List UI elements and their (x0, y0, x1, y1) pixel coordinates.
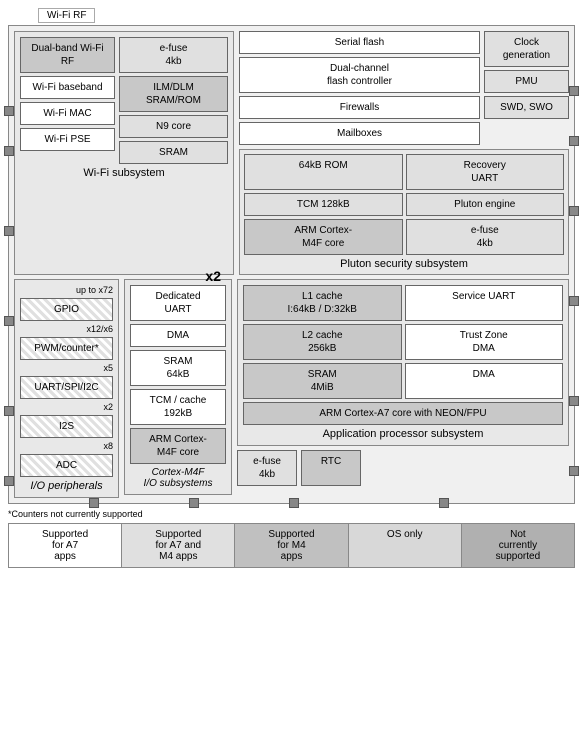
pluton-label: Pluton security subsystem (244, 255, 564, 270)
connector-bottom-1 (89, 498, 99, 508)
swd-swo-box: SWD, SWO (484, 96, 569, 119)
app-processor-subsystem: L1 cacheI:64kB / D:32kB Service UART L2 … (237, 279, 569, 446)
pmu-box: PMU (484, 70, 569, 93)
dual-band-wifi-box: Dual-band Wi-Fi RF (20, 37, 115, 73)
clock-gen-box: Clockgeneration (484, 31, 569, 67)
connector-left-4 (4, 316, 14, 326)
serial-flash-box: Serial flash (239, 31, 480, 54)
pluton-subsystem: 64kB ROM RecoveryUART TCM 128kB Pluton e… (239, 149, 569, 275)
note: *Counters not currently supported (8, 509, 575, 519)
service-uart-box: Service UART (405, 285, 564, 321)
cortex-m4f-subsystem: x2 DedicatedUART DMA SRAM64kB TCM / cach… (124, 279, 232, 495)
adc-x8-label: x8 (20, 441, 113, 451)
efuse-rtc-row: e-fuse4kb RTC (237, 450, 569, 486)
efuse-box: e-fuse4kb (119, 37, 228, 73)
connector-left-1 (4, 106, 14, 116)
uart-x5-label: x5 (20, 363, 113, 373)
connector-right-3 (569, 206, 579, 216)
wifi-subsystem-label: Wi-Fi subsystem (20, 164, 228, 179)
app-processor-label: Application processor subsystem (243, 425, 563, 440)
tcm-cache-box: TCM / cache192kB (130, 389, 226, 425)
connector-left-6 (4, 476, 14, 486)
io-inner: up to x72 GPIO x12/x6 PWM/counter* x5 UA… (20, 285, 113, 477)
app-grid: L1 cacheI:64kB / D:32kB Service UART L2 … (243, 285, 563, 399)
wifi-inner: Dual-band Wi-Fi RF Wi-Fi baseband Wi-Fi … (20, 37, 228, 164)
cortex-inner: DedicatedUART DMA SRAM64kB TCM / cache19… (130, 285, 226, 464)
connector-right-6 (569, 466, 579, 476)
pluton-engine-box: Pluton engine (406, 193, 565, 216)
sram-4mib-box: SRAM4MiB (243, 363, 402, 399)
i2s-x2-label: x2 (20, 402, 113, 412)
wifi-mac-box: Wi-Fi MAC (20, 102, 115, 125)
adc-box: ADC (20, 454, 113, 477)
top-right-left-col: Serial flash Dual-channelflash controlle… (239, 31, 480, 145)
sram-box: SRAM (119, 141, 228, 164)
bottom-row: up to x72 GPIO x12/x6 PWM/counter* x5 UA… (14, 279, 569, 498)
cortex-label: Cortex-M4FI/O subsystems (130, 464, 226, 489)
right-area: Serial flash Dual-channelflash controlle… (239, 31, 569, 275)
l1-cache-box: L1 cacheI:64kB / D:32kB (243, 285, 402, 321)
connector-left-2 (4, 146, 14, 156)
legend-a7: Supportedfor A7apps (9, 524, 122, 567)
top-row: Dual-band Wi-Fi RF Wi-Fi baseband Wi-Fi … (14, 31, 569, 275)
gpio-box: GPIO (20, 298, 113, 321)
pluton-grid: 64kB ROM RecoveryUART TCM 128kB Pluton e… (244, 154, 564, 255)
connector-bottom-4 (439, 498, 449, 508)
wifi-baseband-box: Wi-Fi baseband (20, 76, 115, 99)
legend-ns: Notcurrentlysupported (462, 524, 574, 567)
pwm-box: PWM/counter* (20, 337, 113, 360)
firewalls-box: Firewalls (239, 96, 480, 119)
dual-channel-box: Dual-channelflash controller (239, 57, 480, 93)
legend-os: OS only (349, 524, 462, 567)
io-peripherals-label: I/O peripherals (20, 477, 113, 492)
efuse-app-box: e-fuse4kb (237, 450, 297, 486)
wifi-rf-label: Wi-Fi RF (38, 8, 95, 23)
wifi-pse-box: Wi-Fi PSE (20, 128, 115, 151)
arm-cortex-m4-box: ARM Cortex-M4F core (244, 219, 403, 255)
uart-box: UART/SPI/I2C (20, 376, 113, 399)
connector-bottom-2 (189, 498, 199, 508)
rtc-box: RTC (301, 450, 361, 486)
cortex-arm-box: ARM Cortex-M4F core (130, 428, 226, 464)
x2-label: x2 (205, 268, 221, 284)
l2-cache-box: L2 cache256kB (243, 324, 402, 360)
connector-left-5 (4, 406, 14, 416)
rom-64kb-box: 64kB ROM (244, 154, 403, 190)
dedicated-uart-box: DedicatedUART (130, 285, 226, 321)
connector-bottom-3 (289, 498, 299, 508)
mailboxes-box: Mailboxes (239, 122, 480, 145)
top-right-right-col: Clockgeneration PMU SWD, SWO (484, 31, 569, 145)
app-processor-area: L1 cacheI:64kB / D:32kB Service UART L2 … (237, 279, 569, 486)
legend-m4: Supportedfor M4apps (235, 524, 348, 567)
connector-right-4 (569, 296, 579, 306)
connector-right-5 (569, 396, 579, 406)
recovery-uart-box: RecoveryUART (406, 154, 565, 190)
tcm-128kb-box: TCM 128kB (244, 193, 403, 216)
ilm-dlm-box: ILM/DLMSRAM/ROM (119, 76, 228, 112)
legend: Supportedfor A7apps Supportedfor A7 andM… (8, 523, 575, 568)
connector-right-1 (569, 86, 579, 96)
outer-container: Dual-band Wi-Fi RF Wi-Fi baseband Wi-Fi … (8, 25, 575, 504)
pwm-count-label: x12/x6 (20, 324, 113, 334)
n9-core-box: N9 core (119, 115, 228, 138)
connector-right-2 (569, 136, 579, 146)
app-dma-box: DMA (405, 363, 564, 399)
legend-a7m4: Supportedfor A7 andM4 apps (122, 524, 235, 567)
arm-cortex-a7-box: ARM Cortex-A7 core with NEON/FPU (243, 402, 563, 425)
sram-64kb-box: SRAM64kB (130, 350, 226, 386)
cortex-dma-box: DMA (130, 324, 226, 347)
top-right-row: Serial flash Dual-channelflash controlle… (239, 31, 569, 145)
main-container: Wi-Fi RF Dual-band Wi-Fi RF Wi-Fi baseba (0, 0, 583, 576)
connector-left-3 (4, 226, 14, 236)
gpio-up-label: up to x72 (20, 285, 113, 295)
wifi-subsystem: Dual-band Wi-Fi RF Wi-Fi baseband Wi-Fi … (14, 31, 234, 275)
trustzone-dma-box: Trust ZoneDMA (405, 324, 564, 360)
i2s-box: I2S (20, 415, 113, 438)
wifi-right-col: e-fuse4kb ILM/DLMSRAM/ROM N9 core SRAM (119, 37, 228, 164)
efuse-pluton-box: e-fuse4kb (406, 219, 565, 255)
io-peripherals-subsystem: up to x72 GPIO x12/x6 PWM/counter* x5 UA… (14, 279, 119, 498)
wifi-left-col: Dual-band Wi-Fi RF Wi-Fi baseband Wi-Fi … (20, 37, 115, 164)
